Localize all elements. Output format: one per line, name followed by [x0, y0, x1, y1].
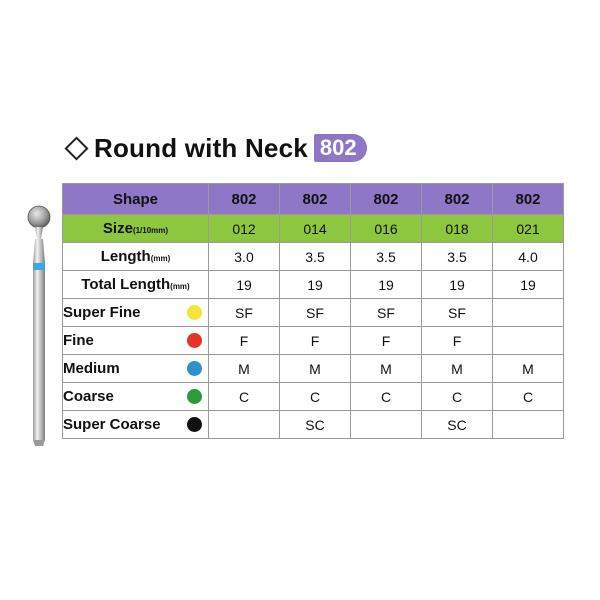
size-label-text: Size	[102, 220, 133, 237]
header-cell: 802	[208, 183, 280, 215]
table-row-shape: Shape 802 802 802 802 802	[62, 183, 564, 215]
grit-cell: SC	[421, 410, 493, 439]
red-dot-icon	[187, 333, 202, 348]
spec-table: Shape 802 802 802 802 802 Size(1/10mm) 0…	[62, 183, 564, 439]
size-cell: 016	[350, 214, 422, 243]
grit-cell	[492, 410, 564, 439]
table-row-total-length: Total Length(mm) 19 19 19 19 19	[62, 270, 564, 299]
length-label-text: Length	[100, 248, 151, 265]
size-label: Size(1/10mm)	[62, 214, 209, 243]
grit-cell	[492, 326, 564, 355]
grit-label-text: Fine	[63, 332, 94, 349]
grit-label-text: Super Fine	[63, 304, 141, 321]
grit-label: Super Fine	[62, 298, 209, 327]
grit-cell: C	[279, 382, 351, 411]
grit-cell: SF	[421, 298, 493, 327]
total-length-cell: 19	[350, 270, 422, 299]
total-length-cell: 19	[421, 270, 493, 299]
grit-label-text: Medium	[63, 360, 120, 377]
grit-cell: M	[350, 354, 422, 383]
size-unit: (1/10mm)	[132, 226, 169, 235]
grit-cell: C	[208, 382, 280, 411]
header-cell: 802	[279, 183, 351, 215]
grit-cell: C	[421, 382, 493, 411]
grit-cell: F	[208, 326, 280, 355]
table-row-medium: Medium M M M M M	[62, 354, 564, 383]
grit-cell: SC	[279, 410, 351, 439]
length-cell: 3.0	[208, 242, 280, 271]
grit-cell: SF	[208, 298, 280, 327]
header-shape-label: Shape	[62, 183, 209, 215]
size-cell: 012	[208, 214, 280, 243]
grit-cell: SF	[350, 298, 422, 327]
size-cell: 021	[492, 214, 564, 243]
length-cell: 3.5	[421, 242, 493, 271]
size-cell: 018	[421, 214, 493, 243]
grit-cell: F	[279, 326, 351, 355]
total-length-unit: (mm)	[170, 282, 190, 291]
diamond-icon	[64, 135, 89, 161]
grit-label: Coarse	[62, 382, 209, 411]
length-cell: 3.5	[350, 242, 422, 271]
grit-cell	[350, 410, 422, 439]
length-cell: 4.0	[492, 242, 564, 271]
grit-cell: C	[492, 382, 564, 411]
green-dot-icon	[187, 389, 202, 404]
grit-label-text: Coarse	[63, 388, 114, 405]
total-length-cell: 19	[492, 270, 564, 299]
grit-cell: M	[279, 354, 351, 383]
table-row-length: Length(mm) 3.0 3.5 3.5 3.5 4.0	[62, 242, 564, 271]
table-row-fine: Fine F F F F	[62, 326, 564, 355]
page-title: Round with Neck 802	[64, 132, 367, 164]
round-bur-illustration	[27, 205, 51, 446]
total-length-label-text: Total Length	[81, 276, 171, 293]
total-length-cell: 19	[279, 270, 351, 299]
grit-cell: C	[350, 382, 422, 411]
grit-cell: M	[208, 354, 280, 383]
total-length-cell: 19	[208, 270, 280, 299]
grit-label: Super Coarse	[62, 410, 209, 439]
header-cell: 802	[492, 183, 564, 215]
title-code-badge: 802	[313, 134, 367, 162]
total-length-label: Total Length(mm)	[62, 270, 209, 299]
yellow-dot-icon	[187, 305, 202, 320]
grit-cell	[208, 410, 280, 439]
title-text: Round with Neck	[94, 132, 308, 163]
grit-cell: F	[421, 326, 493, 355]
grit-label: Fine	[62, 326, 209, 355]
grit-cell: F	[350, 326, 422, 355]
grit-label-text: Super Coarse	[63, 416, 161, 433]
grit-label: Medium	[62, 354, 209, 383]
table-row-super-coarse: Super Coarse SC SC	[62, 410, 564, 439]
length-unit: (mm)	[150, 254, 171, 263]
grit-cell: SF	[279, 298, 351, 327]
length-cell: 3.5	[279, 242, 351, 271]
blue-dot-icon	[187, 361, 202, 376]
table-row-super-fine: Super Fine SF SF SF SF	[62, 298, 564, 327]
length-label: Length(mm)	[62, 242, 209, 271]
header-cell: 802	[350, 183, 422, 215]
grit-cell: M	[492, 354, 564, 383]
table-row-coarse: Coarse C C C C C	[62, 382, 564, 411]
grit-cell	[492, 298, 564, 327]
header-cell: 802	[421, 183, 493, 215]
size-cell: 014	[279, 214, 351, 243]
grit-cell: M	[421, 354, 493, 383]
black-dot-icon	[187, 417, 202, 432]
table-row-size: Size(1/10mm) 012 014 016 018 021	[62, 214, 564, 243]
